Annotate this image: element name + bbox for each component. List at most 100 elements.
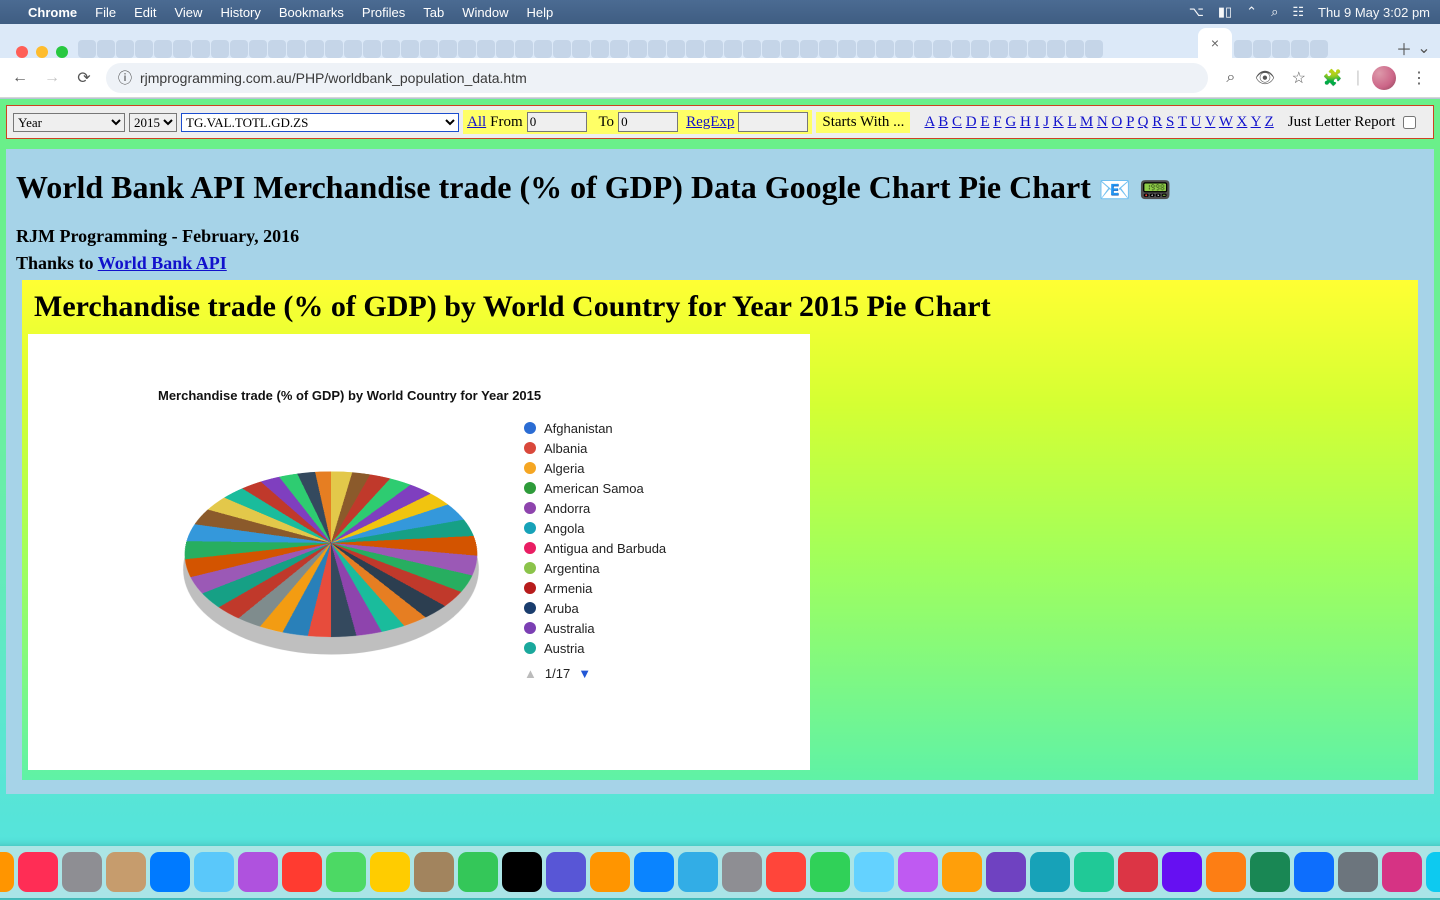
tab[interactable] [705, 40, 723, 58]
dimension-select[interactable]: Year [13, 113, 125, 132]
alpha-link-J[interactable]: J [1043, 114, 1049, 130]
menu-window[interactable]: Window [462, 5, 508, 20]
tab[interactable] [116, 40, 134, 58]
tab[interactable] [876, 40, 894, 58]
tab[interactable] [933, 40, 951, 58]
alpha-link-P[interactable]: P [1126, 114, 1134, 130]
pager-icon[interactable]: 📟 [1139, 176, 1171, 205]
site-info-icon[interactable]: ⓘ [118, 68, 132, 88]
dock-app[interactable] [62, 852, 102, 892]
tab[interactable] [838, 40, 856, 58]
alpha-link-I[interactable]: I [1035, 114, 1040, 130]
chart-card[interactable]: Merchandise trade (% of GDP) by World Co… [28, 334, 810, 770]
alpha-link-R[interactable]: R [1152, 114, 1162, 130]
tab[interactable] [1047, 40, 1065, 58]
tab[interactable] [211, 40, 229, 58]
dock-app[interactable] [1206, 852, 1246, 892]
alpha-link-Z[interactable]: Z [1265, 114, 1274, 130]
dock-app[interactable] [1294, 852, 1334, 892]
legend-item[interactable]: Aruba [524, 598, 666, 618]
dock-app[interactable] [766, 852, 806, 892]
menu-tab[interactable]: Tab [423, 5, 444, 20]
tab[interactable] [743, 40, 761, 58]
dock-app[interactable] [810, 852, 850, 892]
tab[interactable] [952, 40, 970, 58]
spotlight-icon[interactable]: ⌕ [1271, 4, 1278, 20]
alpha-link-G[interactable]: G [1005, 114, 1016, 130]
regexp-input[interactable] [738, 112, 808, 132]
tab[interactable] [762, 40, 780, 58]
tab[interactable] [325, 40, 343, 58]
tab[interactable] [781, 40, 799, 58]
alpha-link-M[interactable]: M [1080, 114, 1093, 130]
dock-app[interactable] [942, 852, 982, 892]
menubar-app[interactable]: Chrome [28, 5, 77, 20]
legend-item[interactable]: Argentina [524, 558, 666, 578]
menu-file[interactable]: File [95, 5, 116, 20]
extensions-icon[interactable]: 🧩 [1322, 68, 1344, 88]
tab-dropdown-button[interactable]: ⌄ [1414, 38, 1434, 58]
alpha-link-T[interactable]: T [1178, 114, 1187, 130]
legend-item[interactable]: Andorra [524, 498, 666, 518]
tab[interactable] [1085, 40, 1103, 58]
tab[interactable] [819, 40, 837, 58]
tab[interactable] [439, 40, 457, 58]
alpha-link-W[interactable]: W [1219, 114, 1233, 130]
tab[interactable] [173, 40, 191, 58]
eye-icon[interactable]: 👁 [1254, 68, 1276, 88]
tab[interactable] [154, 40, 172, 58]
tab[interactable] [990, 40, 1008, 58]
alpha-link-K[interactable]: K [1053, 114, 1064, 130]
menu-help[interactable]: Help [527, 5, 554, 20]
tab[interactable] [344, 40, 362, 58]
menu-profiles[interactable]: Profiles [362, 5, 405, 20]
dock-app[interactable] [634, 852, 674, 892]
address-bar[interactable]: ⓘ rjmprogramming.com.au/PHP/worldbank_po… [106, 63, 1208, 93]
alpha-link-D[interactable]: D [966, 114, 977, 130]
tab[interactable] [496, 40, 514, 58]
tab[interactable] [629, 40, 647, 58]
chrome-menu-icon[interactable]: ⋮ [1408, 68, 1430, 88]
tab[interactable] [686, 40, 704, 58]
tab[interactable] [572, 40, 590, 58]
dock-app[interactable] [414, 852, 454, 892]
legend-item[interactable]: Afghanistan [524, 418, 666, 438]
alpha-link-O[interactable]: O [1112, 114, 1123, 130]
alpha-link-A[interactable]: A [924, 114, 934, 130]
tab[interactable] [591, 40, 609, 58]
legend-next-icon[interactable]: ▼ [578, 666, 591, 681]
dock-app[interactable] [898, 852, 938, 892]
regexp-link[interactable]: RegExp [686, 114, 734, 131]
tab[interactable] [1234, 40, 1252, 58]
legend-prev-icon[interactable]: ▲ [524, 666, 537, 681]
all-link[interactable]: All [467, 114, 486, 131]
dock-app[interactable] [1074, 852, 1114, 892]
tab[interactable] [648, 40, 666, 58]
worldbank-api-link[interactable]: World Bank API [98, 253, 227, 273]
legend-item[interactable]: Albania [524, 438, 666, 458]
tab[interactable] [382, 40, 400, 58]
just-letter-report-checkbox[interactable] [1403, 116, 1416, 129]
tab[interactable] [1310, 40, 1328, 58]
legend-item[interactable]: Austria [524, 638, 666, 658]
dock-app[interactable] [458, 852, 498, 892]
alpha-link-Y[interactable]: Y [1251, 114, 1261, 130]
alpha-link-U[interactable]: U [1191, 114, 1202, 130]
tab[interactable] [268, 40, 286, 58]
menubar-clock[interactable]: Thu 9 May 3:02 pm [1318, 5, 1430, 20]
battery-icon[interactable]: ▮▯ [1218, 4, 1232, 20]
menu-history[interactable]: History [220, 5, 260, 20]
alpha-link-E[interactable]: E [980, 114, 989, 130]
dock-app[interactable] [854, 852, 894, 892]
profile-avatar[interactable] [1372, 66, 1396, 90]
control-center-icon[interactable]: ☷ [1292, 4, 1304, 20]
tab[interactable] [249, 40, 267, 58]
from-input[interactable] [527, 112, 587, 132]
tab[interactable] [857, 40, 875, 58]
year-select[interactable]: 2015 [129, 113, 177, 132]
alpha-link-F[interactable]: F [993, 114, 1001, 130]
dock-app[interactable] [1118, 852, 1158, 892]
dock-app[interactable] [370, 852, 410, 892]
tab[interactable] [306, 40, 324, 58]
tab[interactable] [477, 40, 495, 58]
